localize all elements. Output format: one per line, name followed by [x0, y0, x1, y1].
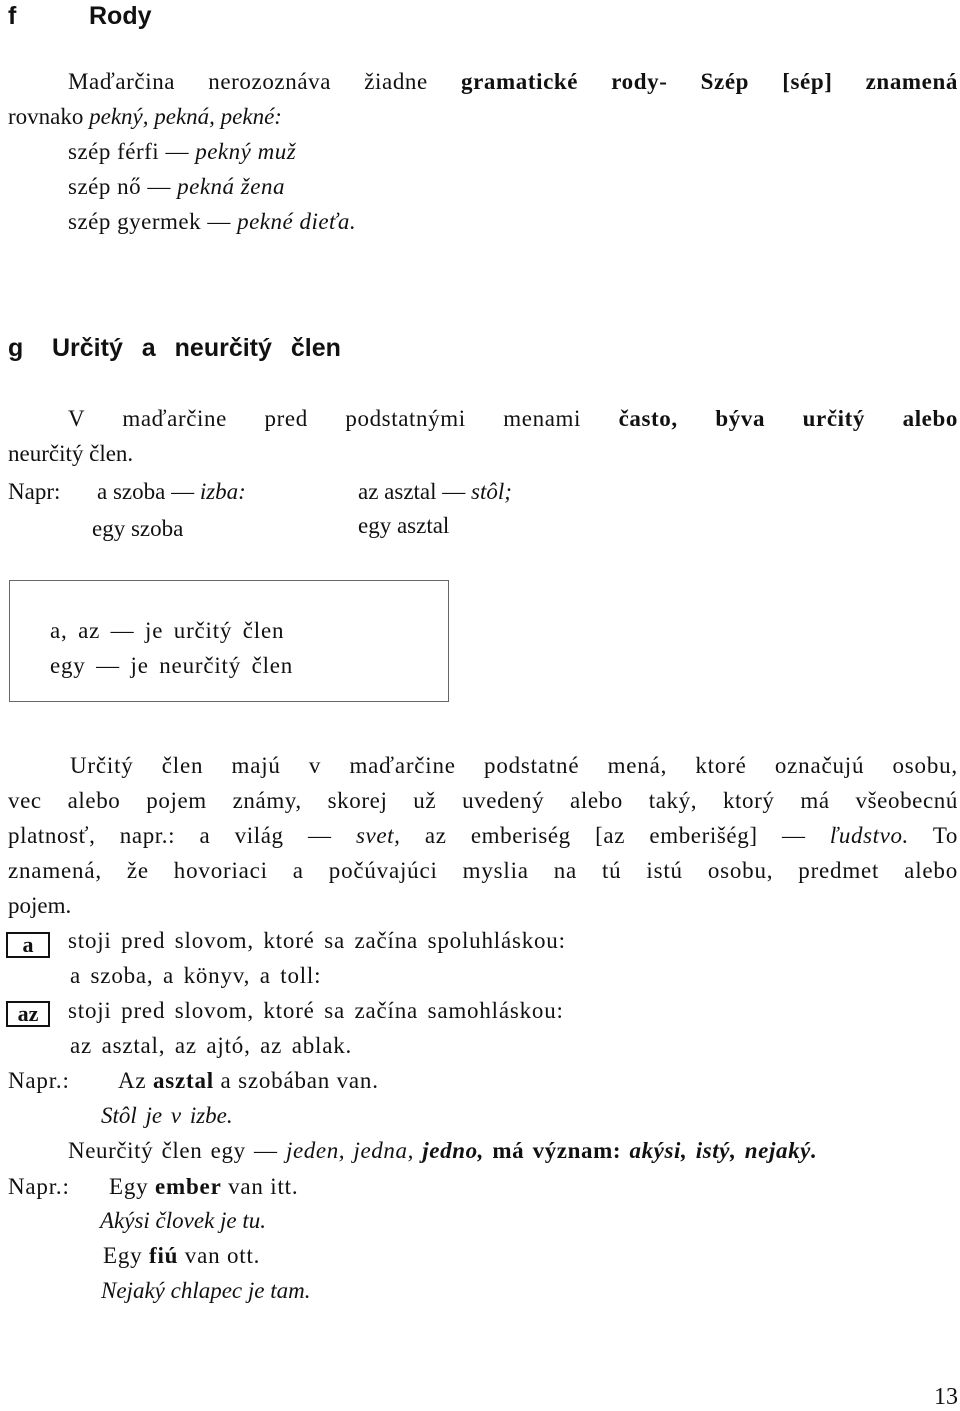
- italic-text: jeden, jedna,: [285, 1138, 423, 1163]
- text: az emberiség [az emberišég] —: [400, 823, 830, 848]
- hungarian: szép gyermek —: [68, 209, 238, 234]
- paragraph2-line1: Určitý člen majú v maďarčine podstatné m…: [70, 753, 958, 778]
- article-tag-az: az: [6, 1001, 50, 1027]
- bold-text: fiú: [149, 1243, 179, 1268]
- page-number: 13: [934, 1384, 958, 1410]
- example-row: szép nő — pekná žena: [68, 174, 285, 200]
- napr2-label: Napr.:: [8, 1068, 70, 1093]
- text: Egy: [103, 1243, 149, 1268]
- text: Egy: [109, 1174, 155, 1199]
- example-row: szép gyermek — pekné dieťa.: [68, 209, 356, 235]
- rule-a-text: stoji pred slovom, ktoré sa začína spolu…: [68, 928, 566, 953]
- hungarian: a szoba —: [97, 479, 200, 504]
- section-f-letter: f: [8, 2, 17, 30]
- text: V maďarčine pred podstatnými menami: [68, 406, 619, 431]
- napr3-translation1: Akýsi človek je tu.: [100, 1208, 267, 1233]
- bold-italic-text: akýsi, istý, nejaký.: [629, 1138, 818, 1163]
- napr2-translation: Stôl je v izbe.: [101, 1103, 233, 1128]
- rule-az-examples: az asztal, az ajtó, az ablak.: [70, 1033, 353, 1058]
- text: a szobában van.: [213, 1068, 379, 1093]
- example-right-2: egy asztal: [358, 513, 450, 538]
- slovak: pekné dieťa.: [237, 209, 357, 234]
- example-left-1: a szoba — izba:: [97, 479, 246, 505]
- hungarian: szép férfi —: [68, 139, 196, 164]
- rule-a-examples: a szoba, a könyv, a toll:: [70, 963, 322, 988]
- hungarian: szép nő —: [68, 174, 178, 199]
- box-line-definite: a, az — je určitý člen: [50, 618, 285, 643]
- example-row: szép férfi — pekný muž: [68, 139, 296, 165]
- napr3-sentence1: Egy ember van itt.: [109, 1174, 298, 1200]
- box-line-indefinite: egy — je neurčitý člen: [50, 653, 294, 678]
- bold-italic-text: jedno,: [422, 1138, 485, 1163]
- text: Az: [118, 1068, 153, 1093]
- bold-text: má význam:: [484, 1138, 630, 1163]
- italic-text: pekný, pekná, pekné:: [89, 104, 282, 129]
- napr3-label: Napr.:: [8, 1174, 70, 1199]
- example-right-1: az asztal — stôl;: [358, 479, 512, 505]
- napr2-sentence: Az asztal a szobában van.: [118, 1068, 379, 1094]
- section-f-paragraph-line1: Maďarčina nerozoznáva žiadne gramatické …: [8, 69, 958, 95]
- rule-az-text: stoji pred slovom, ktoré sa začína samoh…: [68, 998, 564, 1023]
- text: platnosť, napr.: a világ —: [8, 823, 356, 848]
- article-tag-a: a: [6, 932, 50, 958]
- text: van itt.: [221, 1174, 299, 1199]
- italic-text: svet,: [356, 823, 401, 848]
- slovak: pekný muž: [195, 139, 297, 164]
- bold-text: gramatické rody- Szép [sép] znamená: [460, 69, 958, 94]
- text: Neurčitý člen egy —: [68, 1138, 286, 1163]
- section-f-title: Rody: [89, 2, 152, 30]
- paragraph2-line2: vec alebo pojem známy, skorej už uvedený…: [8, 788, 958, 813]
- slovak: izba:: [199, 479, 246, 504]
- napr3-sentence2: Egy fiú van ott.: [103, 1243, 260, 1269]
- slovak: pekná žena: [177, 174, 285, 199]
- section-g-intro-line1: V maďarčine pred podstatnými menami čast…: [8, 406, 958, 432]
- bold-text: často, býva určitý alebo: [618, 406, 958, 431]
- section-g-title: Určitý a neurčitý člen: [52, 334, 341, 362]
- section-g-letter: g: [8, 334, 24, 362]
- bold-text: ember: [155, 1174, 222, 1199]
- napr-label: Napr:: [8, 479, 61, 504]
- hungarian: az asztal —: [358, 479, 472, 504]
- text: To: [908, 823, 958, 848]
- text: rovnako: [8, 104, 90, 129]
- paragraph2-line5: pojem.: [8, 893, 72, 918]
- example-left-2: egy szoba: [92, 516, 184, 541]
- slovak: stôl;: [471, 479, 512, 504]
- indefinite-article-line: Neurčitý člen egy — jeden, jedna, jedno,…: [68, 1138, 817, 1164]
- paragraph2-line3: platnosť, napr.: a világ — svet, az embe…: [8, 823, 958, 849]
- paragraph2-line4: znamená, že hovoriaci a počúvajúci mysli…: [8, 858, 958, 883]
- text: Maďarčina nerozoznáva žiadne: [68, 69, 461, 94]
- section-g-intro-line2: neurčitý člen.: [8, 441, 134, 466]
- italic-text: ľudstvo.: [829, 823, 909, 848]
- section-f-paragraph-line2: rovnako pekný, pekná, pekné:: [8, 104, 282, 130]
- napr3-translation2: Nejaký chlapec je tam.: [101, 1278, 311, 1303]
- text: van ott.: [178, 1243, 261, 1268]
- bold-text: asztal: [152, 1068, 214, 1093]
